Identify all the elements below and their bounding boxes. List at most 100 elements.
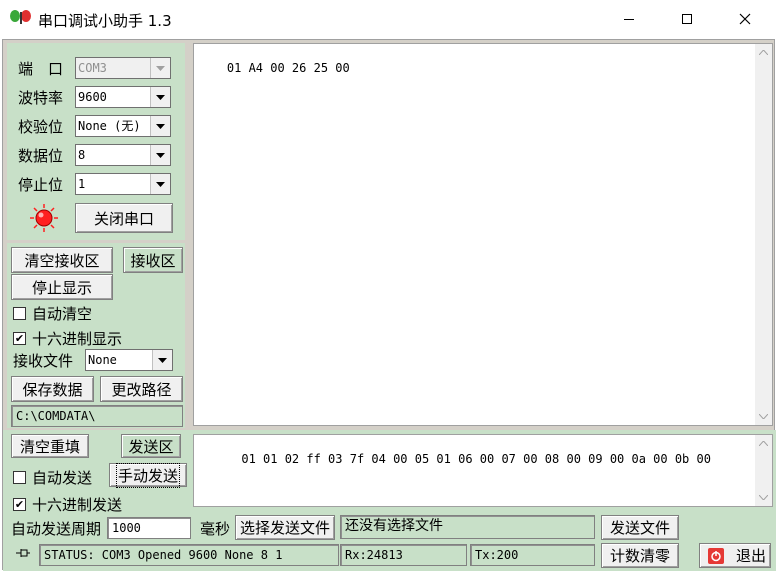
stopbits-select[interactable]: 1: [75, 173, 171, 195]
window-title: 串口调试小助手 1.3: [38, 12, 172, 30]
tx-counter: Tx:200: [470, 544, 595, 566]
scroll-down-icon[interactable]: [755, 489, 772, 506]
stop-display-label: 停止显示: [31, 278, 92, 297]
tx-count: Tx:200: [475, 548, 519, 562]
checkbox-box: [13, 471, 26, 484]
port-settings-panel: 端 口 COM3 波特率 9600 校验位 None (无) 数据位 8 停止位…: [7, 43, 185, 240]
clear-send-label: 清空重填: [19, 437, 80, 456]
scroll-up-icon[interactable]: [755, 44, 772, 61]
send-period-label: 自动发送周期: [11, 520, 102, 538]
close-button[interactable]: [716, 0, 774, 38]
pin-icon: [16, 549, 30, 557]
exit-button[interactable]: 退出: [699, 543, 771, 568]
databits-select[interactable]: 8: [75, 144, 171, 166]
receive-controls-panel: 清空接收区 接收区 停止显示 自动清空 ✔ 十六进制显示 接收文件 None 保…: [7, 243, 185, 428]
exit-label: 退出: [736, 547, 767, 565]
stopbits-label: 停止位: [18, 176, 64, 194]
receive-textarea[interactable]: 01 A4 00 26 25 00: [193, 43, 773, 426]
receive-file-label: 接收文件: [13, 352, 74, 370]
chevron-down-icon: [150, 116, 170, 136]
title-bar: 串口调试小助手 1.3: [0, 0, 777, 38]
scroll-down-icon[interactable]: [755, 408, 772, 425]
chevron-down-icon: [150, 145, 170, 165]
receive-file-value: None: [88, 353, 117, 367]
rx-count: Rx:24813: [345, 548, 403, 562]
send-period-input[interactable]: 1000: [107, 517, 191, 539]
change-path-button[interactable]: 更改路径: [100, 376, 183, 402]
receive-scrollbar[interactable]: [755, 44, 772, 425]
receive-content: 01 A4 00 26 25 00: [226, 61, 350, 75]
reset-count-label: 计数清零: [609, 547, 670, 565]
auto-send-checkbox[interactable]: 自动发送: [13, 467, 92, 488]
auto-clear-checkbox[interactable]: 自动清空: [13, 303, 92, 324]
chevron-down-icon: [150, 87, 170, 107]
send-panel: 清空重填 发送区 自动发送 手动发送 ✔ 十六进制发送 01 01 02 ff …: [3, 430, 776, 571]
port-value: COM3: [78, 61, 107, 75]
clear-send-button[interactable]: 清空重填: [11, 434, 89, 458]
stop-display-button[interactable]: 停止显示: [11, 274, 113, 300]
send-area-label: 发送区: [128, 437, 174, 456]
maximize-button[interactable]: [658, 0, 716, 38]
hex-send-label: 十六进制发送: [32, 496, 123, 514]
choose-send-file-button[interactable]: 选择发送文件: [235, 515, 335, 540]
send-textarea[interactable]: 01 01 02 ff 03 7f 04 00 05 01 06 00 07 0…: [193, 434, 773, 507]
baud-select[interactable]: 9600: [75, 86, 171, 108]
ms-label: 毫秒: [200, 520, 231, 538]
manual-send-button[interactable]: 手动发送: [109, 462, 187, 488]
rx-counter: Rx:24813: [340, 544, 467, 566]
baud-value: 9600: [78, 90, 107, 104]
butterfly-icon: [10, 10, 31, 24]
hex-display-checkbox[interactable]: ✔ 十六进制显示: [13, 328, 122, 349]
receive-file-select[interactable]: None: [85, 349, 173, 371]
toggle-port-button[interactable]: 关闭串口: [75, 203, 173, 233]
chevron-down-icon: [150, 174, 170, 194]
checkbox-box: [13, 307, 26, 320]
client-area: 端 口 COM3 波特率 9600 校验位 None (无) 数据位 8 停止位…: [2, 39, 776, 571]
status-text: STATUS: COM3 Opened 9600 None 8 1: [44, 548, 283, 562]
send-file-status-text: 还没有选择文件: [345, 518, 443, 534]
databits-label: 数据位: [18, 147, 64, 165]
baud-label: 波特率: [18, 89, 64, 107]
send-period-value: 1000: [112, 521, 141, 535]
auto-clear-label: 自动清空: [32, 305, 93, 323]
send-area-button[interactable]: 发送区: [121, 434, 181, 458]
send-file-label: 发送文件: [609, 519, 670, 537]
change-path-label: 更改路径: [111, 380, 172, 399]
databits-value: 8: [78, 148, 86, 162]
port-select[interactable]: COM3: [75, 57, 171, 79]
clear-receive-button[interactable]: 清空接收区: [11, 247, 113, 273]
chevron-down-icon: [150, 58, 170, 78]
receive-area-button[interactable]: 接收区: [123, 247, 183, 273]
send-file-status: 还没有选择文件: [340, 515, 595, 539]
send-file-button[interactable]: 发送文件: [601, 515, 679, 540]
maximize-icon: [682, 14, 692, 24]
save-data-label: 保存数据: [22, 380, 83, 399]
auto-send-label: 自动发送: [32, 469, 93, 487]
parity-label: 校验位: [18, 118, 64, 136]
minimize-icon: [624, 19, 634, 20]
send-content: 01 01 02 ff 03 7f 04 00 05 01 06 00 07 0…: [241, 452, 711, 466]
send-scrollbar[interactable]: [755, 435, 772, 506]
save-path-value: C:\COMDATA\: [16, 409, 96, 423]
manual-send-label: 手动发送: [115, 462, 181, 488]
chevron-down-icon: [152, 350, 172, 370]
save-data-button[interactable]: 保存数据: [11, 376, 94, 402]
checkmark-icon: ✔: [13, 498, 26, 511]
status-field: STATUS: COM3 Opened 9600 None 8 1: [39, 544, 339, 566]
checkmark-icon: ✔: [13, 332, 26, 345]
parity-value: None (无): [78, 119, 141, 133]
port-status-led-icon: [30, 204, 58, 232]
hex-send-checkbox[interactable]: ✔ 十六进制发送: [13, 494, 122, 515]
choose-send-file-label: 选择发送文件: [239, 519, 330, 537]
parity-select[interactable]: None (无): [75, 115, 171, 137]
hex-display-label: 十六进制显示: [32, 330, 123, 348]
close-icon: [739, 13, 751, 25]
scroll-up-icon[interactable]: [755, 435, 772, 452]
receive-area-label: 接收区: [130, 251, 176, 270]
power-icon: [708, 547, 724, 564]
minimize-button[interactable]: [600, 0, 658, 38]
toggle-port-label: 关闭串口: [93, 209, 154, 228]
reset-count-button[interactable]: 计数清零: [601, 543, 679, 568]
port-label: 端 口: [18, 60, 64, 78]
clear-receive-label: 清空接收区: [24, 251, 100, 270]
